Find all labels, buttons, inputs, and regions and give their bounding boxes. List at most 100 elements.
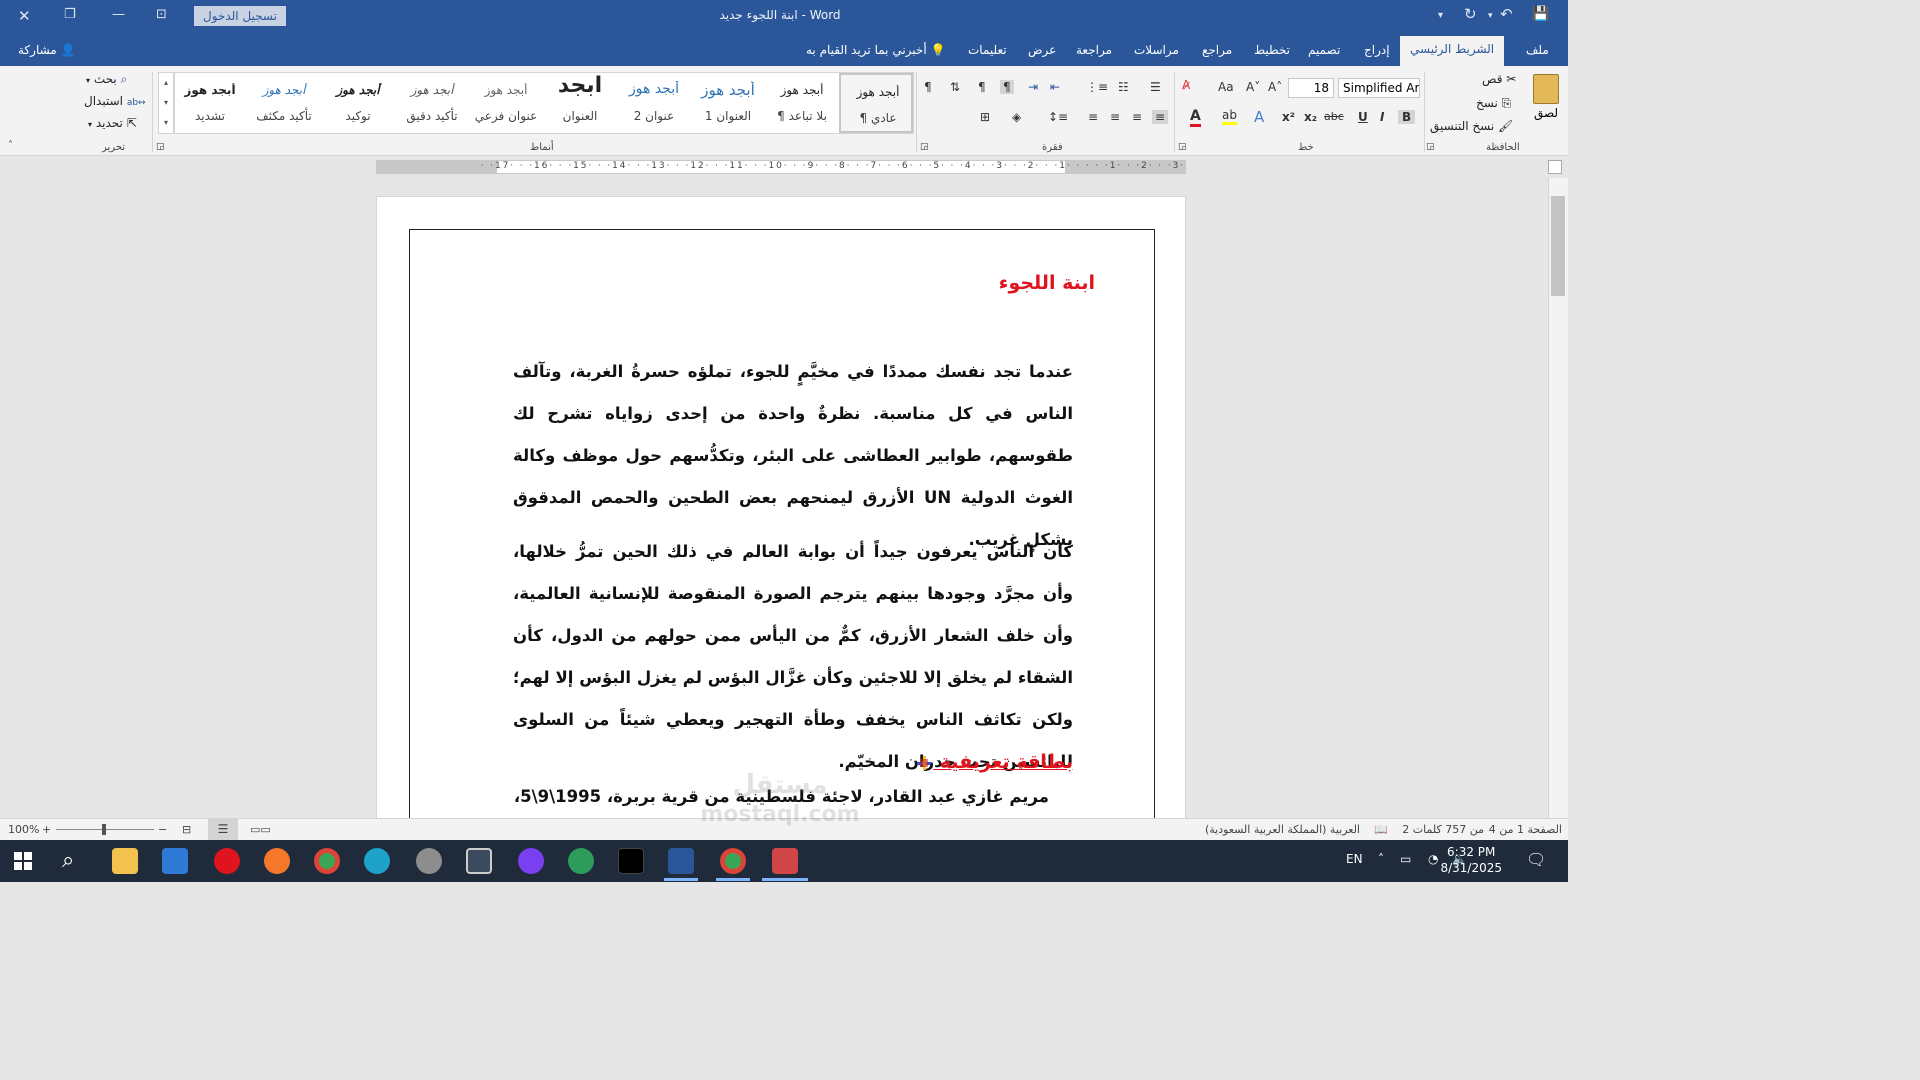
web-layout-icon[interactable]: ⊟ [182, 823, 191, 836]
task-manager-icon[interactable] [466, 848, 492, 874]
restore-icon[interactable]: ❐ [64, 7, 76, 22]
borders-icon[interactable]: ⊞ [980, 110, 990, 124]
style-normal[interactable]: أبجد هوز ¶ عادي [839, 73, 913, 133]
tab-design[interactable]: تصميم [1308, 43, 1340, 57]
battery-icon[interactable]: ▭ [1400, 852, 1411, 866]
language-indicator[interactable]: العربية (المملكة العربية السعودية) [1205, 823, 1360, 836]
page[interactable]: ابنة اللجوء عندما تجد نفسك ممددًا في مخي… [376, 196, 1186, 818]
document-area[interactable]: ابنة اللجوء عندما تجد نفسك ممددًا في مخي… [0, 178, 1548, 818]
collapse-ribbon-icon[interactable]: ˄ [8, 140, 13, 151]
rtl-direction-icon[interactable]: ¶ [1000, 80, 1014, 94]
ltr-direction-icon[interactable]: ¶ [978, 80, 986, 94]
clear-formatting-icon[interactable]: A̷ [1182, 78, 1190, 92]
change-case-icon[interactable]: Aa [1218, 80, 1234, 94]
style-heading-1[interactable]: أبجد هوز العنوان 1 [691, 73, 765, 133]
show-hidden-icons-icon[interactable]: ˄ [1378, 852, 1384, 866]
superscript-icon[interactable]: x² [1282, 110, 1295, 124]
underline-icon[interactable]: U [1358, 110, 1368, 124]
justify-icon[interactable]: ≡ [1088, 110, 1098, 124]
align-center-icon[interactable]: ≡ [1132, 110, 1142, 124]
tab-view[interactable]: عرض [1028, 43, 1056, 57]
tab-references[interactable]: مراجع [1202, 43, 1232, 57]
page-count[interactable]: الصفحة 1 من 4 [1489, 823, 1562, 836]
dialog-launcher-icon[interactable]: ◲ [920, 142, 929, 152]
customize-qat-icon[interactable]: ▾ [1438, 10, 1443, 21]
style-title[interactable]: ابجد العنوان [543, 73, 617, 133]
subscript-icon[interactable]: x₂ [1304, 110, 1317, 124]
style-subtitle[interactable]: أبجد هوز عنوان فرعي [469, 73, 543, 133]
copy-button[interactable]: نسخ ⎘ [1476, 96, 1511, 111]
numbering-icon[interactable]: ☷ [1118, 80, 1129, 94]
app-icon[interactable] [416, 848, 442, 874]
wifi-icon[interactable]: ◔ [1428, 852, 1438, 866]
firefox-icon[interactable] [264, 848, 290, 874]
word-count[interactable]: 2 من 757 كلمات [1402, 823, 1484, 836]
font-color-icon[interactable]: A [1190, 108, 1201, 127]
cut-button[interactable]: قص ✂ [1482, 72, 1516, 86]
close-icon[interactable]: ✕ [18, 7, 31, 25]
tiktok-icon[interactable] [618, 848, 644, 874]
styles-scroll[interactable]: ▴ ▾ ▾ [158, 72, 174, 134]
undo-dropdown-icon[interactable]: ▾ [1488, 11, 1493, 21]
shrink-font-icon[interactable]: A˅ [1246, 80, 1260, 94]
dialog-launcher-icon[interactable]: ◲ [1178, 142, 1187, 152]
media-app-icon[interactable] [518, 848, 544, 874]
strikethrough-icon[interactable]: abc [1324, 110, 1344, 123]
format-painter-button[interactable]: نسخ التنسيق 🖌 [1430, 119, 1513, 133]
bullets-icon[interactable]: ☰ [1150, 80, 1161, 94]
notifications-icon[interactable]: 🗨 [1526, 850, 1546, 869]
chrome-icon[interactable] [720, 848, 746, 874]
search-icon[interactable]: ⌕ [62, 848, 74, 873]
font-name-box[interactable]: Simplified Arab [1338, 78, 1420, 98]
font-size-box[interactable]: 18 [1288, 78, 1334, 98]
input-language[interactable]: EN [1346, 852, 1363, 866]
align-left-icon[interactable]: ≡ [1110, 110, 1120, 124]
zoom-level[interactable]: 100% [8, 823, 39, 836]
style-subtle-emphasis[interactable]: أبجد هوز تأكيد دقيق [395, 73, 469, 133]
undo-icon[interactable]: ↶ [1500, 5, 1513, 23]
scroll-thumb[interactable] [1551, 196, 1565, 296]
chrome-icon[interactable] [314, 848, 340, 874]
paste-button[interactable]: لصق [1526, 72, 1566, 134]
tab-insert[interactable]: إدراج [1364, 43, 1390, 57]
style-strong[interactable]: أبجد هوز تشديد [173, 73, 247, 133]
dialog-launcher-icon[interactable]: ◲ [156, 142, 165, 152]
shading-icon[interactable]: ◈ [1012, 110, 1021, 124]
grow-font-icon[interactable]: A˄ [1268, 80, 1282, 94]
tab-help[interactable]: تعليمات [968, 43, 1007, 57]
style-intense-emphasis[interactable]: أبجد هوز تأكيد مكثف [247, 73, 321, 133]
style-emphasis[interactable]: أبجد هوز توكيد [321, 73, 395, 133]
tab-file[interactable]: ملف [1526, 43, 1549, 57]
card-heading[interactable]: بطاقة تعريفية [909, 751, 1073, 773]
snipping-tool-icon[interactable] [772, 848, 798, 874]
print-layout-icon[interactable]: ☰ [208, 819, 238, 840]
scroll-up-icon[interactable]: ▴ [159, 73, 173, 93]
style-no-spacing[interactable]: أبجد هوز ¶ بلا تباعد [765, 73, 839, 133]
share-button[interactable]: مشاركة 👤 [18, 43, 76, 57]
proofing-icon[interactable]: 📖 [1374, 823, 1388, 836]
network-app-icon[interactable] [568, 848, 594, 874]
sign-in-button[interactable]: تسجيل الدخول [194, 6, 286, 26]
word-icon[interactable] [668, 848, 694, 874]
align-right-icon[interactable]: ≡ [1152, 110, 1169, 124]
tab-home[interactable]: الشريط الرئيسي [1400, 36, 1505, 66]
tab-mailings[interactable]: مراسلات [1134, 43, 1179, 57]
zoom-in-icon[interactable]: + [42, 823, 51, 836]
tab-review[interactable]: مراجعة [1076, 43, 1112, 57]
horizontal-ruler[interactable]: ·3· · ·2· · ·1· · · · ·1· · ·2· · ·3· · … [376, 160, 1186, 174]
multilevel-list-icon[interactable]: ⋮≡ [1086, 80, 1108, 94]
edge-icon[interactable] [364, 848, 390, 874]
vertical-scrollbar[interactable] [1548, 178, 1568, 818]
replace-button[interactable]: استبدال ab↔ [84, 94, 146, 108]
ruler-toggle-icon[interactable] [1548, 160, 1562, 174]
tell-me-box[interactable]: أخبرني بما تريد القيام به 💡 [806, 43, 945, 57]
text-effects-icon[interactable]: A [1254, 108, 1264, 126]
ribbon-display-options-icon[interactable]: ⊡ [156, 7, 167, 22]
italic-icon[interactable]: I [1380, 110, 1384, 124]
minimize-icon[interactable]: — [112, 7, 125, 22]
find-button[interactable]: ▾ بحث ⌕ [86, 72, 127, 87]
bold-icon[interactable]: B [1398, 110, 1416, 124]
select-button[interactable]: ▾ تحديد ⇱ [88, 116, 137, 130]
windows-start-icon[interactable] [14, 852, 32, 870]
mail-icon[interactable] [162, 848, 188, 874]
